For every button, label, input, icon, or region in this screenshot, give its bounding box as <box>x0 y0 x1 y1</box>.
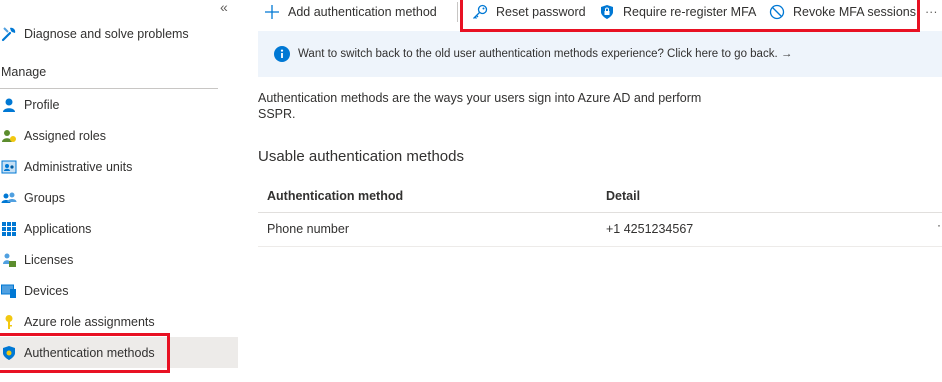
person-icon <box>1 97 17 113</box>
sidebar-item-label: Administrative units <box>24 159 133 174</box>
sidebar-item-applications[interactable]: Applications <box>0 213 238 244</box>
sidebar-item-label: Licenses <box>24 252 74 267</box>
cell-detail: +1 4251234567 <box>606 222 694 236</box>
collapse-sidebar-button[interactable]: « <box>220 0 228 14</box>
command-bar: Add authentication method Reset password… <box>258 0 942 26</box>
table-header-divider <box>258 212 942 213</box>
section-title: Usable authentication methods <box>258 148 464 165</box>
require-reregister-mfa-label: Require re-register MFA <box>623 5 757 19</box>
block-icon <box>769 4 785 20</box>
sidebar-item-assigned-roles[interactable]: Assigned roles <box>0 120 238 151</box>
sidebar-item-label: Devices <box>24 283 69 298</box>
key-icon <box>1 314 17 330</box>
section-header-manage: Manage <box>1 65 47 79</box>
sidebar-item-label: Assigned roles <box>24 128 106 143</box>
column-header-method: Authentication method <box>267 189 404 203</box>
sidebar-item-azure-role-assignments[interactable]: Azure role assignments <box>0 306 238 337</box>
groups-icon <box>1 190 17 206</box>
row-more-button[interactable]: · <box>937 218 941 232</box>
sidebar-item-licenses[interactable]: Licenses <box>0 244 238 275</box>
applications-grid-icon <box>1 221 17 237</box>
sidebar-item-devices[interactable]: Devices <box>0 275 238 306</box>
sidebar-item-label: Diagnose and solve problems <box>24 26 189 41</box>
sidebar-item-label: Authentication methods <box>24 345 155 360</box>
lock-shield-icon <box>599 4 615 20</box>
toolbar-divider <box>457 2 458 22</box>
more-commands-button[interactable]: ··· <box>925 0 938 24</box>
column-header-detail: Detail <box>606 189 641 203</box>
table-row-divider <box>258 246 942 247</box>
add-authentication-method-label: Add authentication method <box>288 5 437 19</box>
licenses-icon <box>1 252 17 268</box>
sidebar-item-label: Azure role assignments <box>24 314 155 329</box>
cell-method: Phone number <box>267 222 350 236</box>
switch-back-link[interactable]: Want to switch back to the old user auth… <box>298 48 792 60</box>
reset-password-button[interactable]: Reset password <box>472 0 586 24</box>
add-authentication-method-button[interactable]: Add authentication method <box>264 0 437 24</box>
plus-icon <box>264 4 280 20</box>
sidebar-item-diagnose[interactable]: Diagnose and solve problems <box>0 18 238 49</box>
administrative-units-icon <box>1 159 17 175</box>
assigned-roles-icon <box>1 128 17 144</box>
sidebar-item-authentication-methods[interactable]: Authentication methods <box>0 337 238 368</box>
revoke-mfa-sessions-button[interactable]: Revoke MFA sessions <box>769 0 916 24</box>
key-icon <box>472 4 488 20</box>
require-reregister-mfa-button[interactable]: Require re-register MFA <box>599 0 756 24</box>
revoke-mfa-sessions-label: Revoke MFA sessions <box>793 5 916 19</box>
sidebar-item-profile[interactable]: Profile <box>0 89 238 120</box>
sidebar-item-label: Groups <box>24 190 65 205</box>
sidebar-item-label: Applications <box>24 221 92 236</box>
info-banner[interactable]: Want to switch back to the old user auth… <box>258 31 942 77</box>
sidebar-item-groups[interactable]: Groups <box>0 182 238 213</box>
sidebar-item-label: Profile <box>24 97 60 112</box>
sidebar: « Diagnose and solve problems Manage Pro… <box>0 0 240 382</box>
wrench-icon <box>1 26 17 42</box>
page-description: Authentication methods are the ways your… <box>258 91 702 121</box>
info-icon <box>274 46 290 62</box>
sidebar-item-administrative-units[interactable]: Administrative units <box>0 151 238 182</box>
reset-password-label: Reset password <box>496 5 586 19</box>
shield-icon <box>1 345 17 361</box>
devices-icon <box>1 283 17 299</box>
